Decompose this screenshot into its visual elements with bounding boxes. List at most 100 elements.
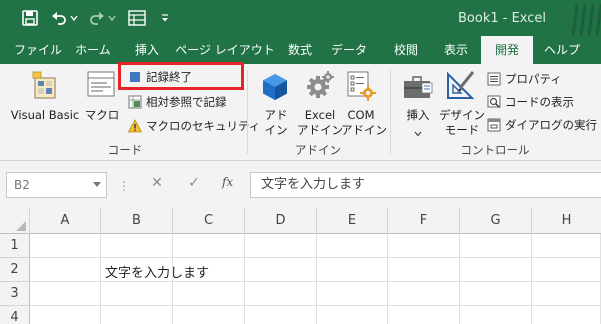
cell-c4[interactable]	[173, 306, 245, 324]
run-dialog-button[interactable]: ダイアログの実行	[487, 115, 597, 135]
cell-d3[interactable]	[245, 282, 317, 306]
addins-label-line2: イン	[264, 123, 288, 137]
row-header-1[interactable]: 1	[0, 234, 30, 258]
more-icon[interactable]: ⋮	[118, 179, 130, 193]
cancel-entry-button[interactable]: ✕	[147, 175, 167, 195]
cell-f3[interactable]	[388, 282, 460, 306]
column-header-b[interactable]: B	[101, 207, 173, 234]
cell-b1[interactable]	[101, 234, 173, 258]
tab-home[interactable]: ホーム	[70, 36, 116, 64]
cell-e4[interactable]	[317, 306, 388, 324]
tab-page-layout[interactable]: ページ レイアウト	[175, 36, 275, 64]
name-box-dropdown-icon[interactable]	[93, 182, 101, 187]
properties-button[interactable]: プロパティ	[487, 69, 562, 89]
cell-b4[interactable]	[101, 306, 173, 324]
cell-h2[interactable]	[532, 258, 601, 282]
row-header-4[interactable]: 4	[0, 306, 30, 324]
name-box[interactable]: B2	[6, 172, 107, 198]
save-icon[interactable]	[20, 8, 40, 28]
com-addins-button[interactable]: COM アドイン	[341, 68, 387, 138]
enter-entry-button[interactable]: ✓	[184, 175, 204, 195]
cell-h1[interactable]	[532, 234, 601, 258]
column-header-h[interactable]: H	[532, 207, 601, 234]
window-title: Book1 - Excel	[458, 11, 547, 26]
redo-dropdown-icon[interactable]	[107, 8, 117, 28]
column-header-e[interactable]: E	[317, 207, 388, 234]
addin-cube-icon	[262, 73, 288, 104]
column-header-g[interactable]: G	[460, 207, 532, 234]
relative-reference-button[interactable]: 相対参照で記録	[128, 92, 227, 112]
formula-input[interactable]: 文字を入力します	[250, 172, 601, 198]
undo-dropdown-icon[interactable]	[69, 8, 79, 28]
tab-file[interactable]: ファイル	[6, 36, 70, 64]
excel-addins-label-line1: Excel	[304, 108, 336, 122]
name-box-value: B2	[14, 178, 30, 192]
macro-icon	[87, 71, 115, 100]
tab-formulas[interactable]: 数式	[280, 36, 320, 64]
redo-icon[interactable]	[88, 8, 106, 28]
insert-function-button[interactable]: fx	[222, 175, 233, 189]
cell-b3[interactable]	[101, 282, 173, 306]
addins-label-line1: アド	[264, 108, 288, 122]
excel-addins-label-line2: アドイン	[297, 123, 343, 137]
design-mode-label-line2: モード	[444, 123, 480, 137]
tab-developer[interactable]: 開発	[481, 36, 533, 64]
group-separator	[247, 70, 248, 154]
toolbox-icon	[403, 72, 433, 105]
chevron-down-icon	[414, 126, 422, 140]
macro-security-button[interactable]: マクロのセキュリティ	[127, 116, 260, 136]
tab-help[interactable]: ヘルプ	[537, 36, 587, 64]
excel-addins-button[interactable]: Excel アドイン	[297, 68, 343, 138]
cell-f1[interactable]	[388, 234, 460, 258]
customize-qat-icon[interactable]	[159, 8, 171, 28]
select-all-button[interactable]	[0, 207, 30, 234]
cell-e2[interactable]	[317, 258, 388, 282]
cell-e1[interactable]	[317, 234, 388, 258]
tab-view[interactable]: 表示	[433, 36, 479, 64]
cell-d4[interactable]	[245, 306, 317, 324]
cell-h4[interactable]	[532, 306, 601, 324]
undo-icon[interactable]	[50, 8, 68, 28]
design-mode-button[interactable]: デザイン モード	[439, 68, 485, 138]
cell-f2[interactable]	[388, 258, 460, 282]
warning-icon	[127, 119, 143, 133]
insert-control-button[interactable]: 挿入	[399, 68, 437, 138]
cell-d1[interactable]	[245, 234, 317, 258]
cell-d2[interactable]	[245, 258, 317, 282]
tab-data[interactable]: データ	[326, 36, 372, 64]
addins-button[interactable]: アド イン	[258, 68, 294, 138]
formula-bar: B2 ⋮ ✕ ✓ fx 文字を入力します	[0, 161, 601, 207]
cell-g3[interactable]	[460, 282, 532, 306]
column-header-c[interactable]: C	[173, 207, 245, 234]
design-mode-icon	[445, 70, 477, 105]
group-label-code: コード	[107, 143, 143, 157]
cell-h3[interactable]	[532, 282, 601, 306]
worksheet-grid: A B C D E F G H 1 2 3 4 文字を入力します	[0, 207, 601, 324]
view-code-button[interactable]: コードの表示	[487, 92, 574, 112]
tab-insert[interactable]: 挿入	[124, 36, 170, 64]
cell-a1[interactable]	[30, 234, 101, 258]
com-addins-label-line1: COM	[347, 108, 375, 122]
cell-f4[interactable]	[388, 306, 460, 324]
visual-basic-button[interactable]: Visual Basic	[6, 68, 82, 126]
view-code-icon	[487, 95, 501, 109]
brand-stripes	[570, 3, 601, 37]
column-header-a[interactable]: A	[30, 207, 101, 234]
row-header-3[interactable]: 3	[0, 282, 30, 306]
cell-e3[interactable]	[317, 282, 388, 306]
cell-g4[interactable]	[460, 306, 532, 324]
relative-reference-label: 相対参照で記録	[146, 95, 227, 109]
cell-a3[interactable]	[30, 282, 101, 306]
column-header-d[interactable]: D	[245, 207, 317, 234]
macro-button[interactable]: マクロ	[85, 68, 119, 126]
cell-g1[interactable]	[460, 234, 532, 258]
cell-a2[interactable]	[30, 258, 101, 282]
form-icon[interactable]	[126, 8, 148, 28]
column-header-f[interactable]: F	[388, 207, 460, 234]
cell-c1[interactable]	[173, 234, 245, 258]
cell-g2[interactable]	[460, 258, 532, 282]
cell-c3[interactable]	[173, 282, 245, 306]
row-header-2[interactable]: 2	[0, 258, 30, 282]
cell-a4[interactable]	[30, 306, 101, 324]
tab-review[interactable]: 校閲	[383, 36, 429, 64]
